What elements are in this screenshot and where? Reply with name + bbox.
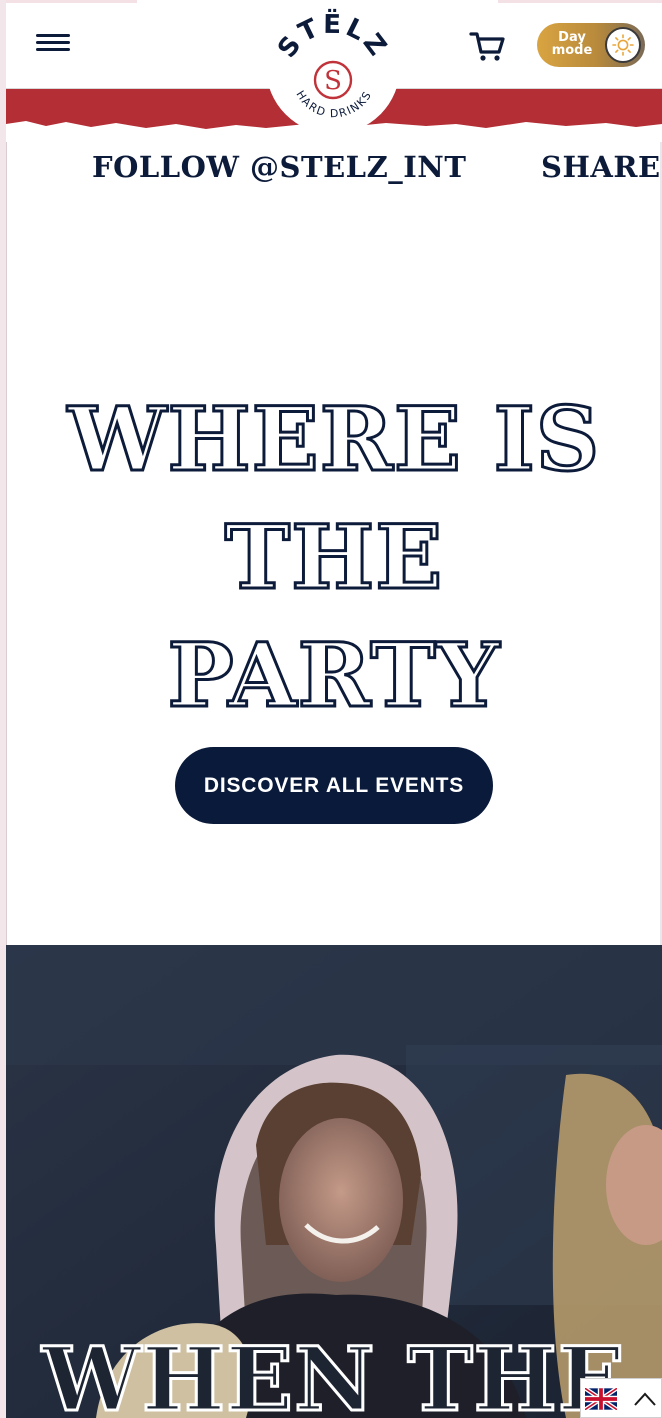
brand-logo[interactable]: STËLZ S HARD DRINKS <box>266 0 400 134</box>
hero-headline-line1: WHERE IS THE <box>66 386 601 611</box>
mode-label: Day mode <box>549 31 595 57</box>
logo-brand-text: STËLZ <box>272 8 391 64</box>
hamburger-menu-icon[interactable] <box>36 30 70 60</box>
marquee-item-share[interactable]: SHARE YO <box>541 150 662 184</box>
chevron-up-icon <box>634 1392 656 1406</box>
day-mode-toggle[interactable]: Day mode <box>537 23 645 67</box>
hero-headline-line2: PARTY <box>166 622 501 729</box>
sun-icon <box>612 34 634 56</box>
hero-headline: WHERE IS THE PARTY <box>6 380 662 734</box>
shopping-cart-icon[interactable] <box>468 28 506 64</box>
photo-overlay-title: WHEN THE <box>41 1327 626 1418</box>
language-switcher[interactable] <box>580 1378 662 1418</box>
discover-events-button[interactable]: DISCOVER ALL EVENTS <box>175 747 493 824</box>
toggle-knob[interactable] <box>605 27 641 63</box>
svg-text:STËLZ: STËLZ <box>272 8 394 64</box>
social-marquee: FOLLOW @STELZ_INT SHARE YO <box>6 150 662 190</box>
party-photo: WHEN THE <box>6 945 662 1418</box>
marquee-item-follow[interactable]: FOLLOW @STELZ_INT <box>92 150 466 184</box>
uk-flag-icon <box>585 1388 617 1410</box>
logo-monogram: S <box>324 66 342 96</box>
mode-label-line2: mode <box>551 43 593 58</box>
